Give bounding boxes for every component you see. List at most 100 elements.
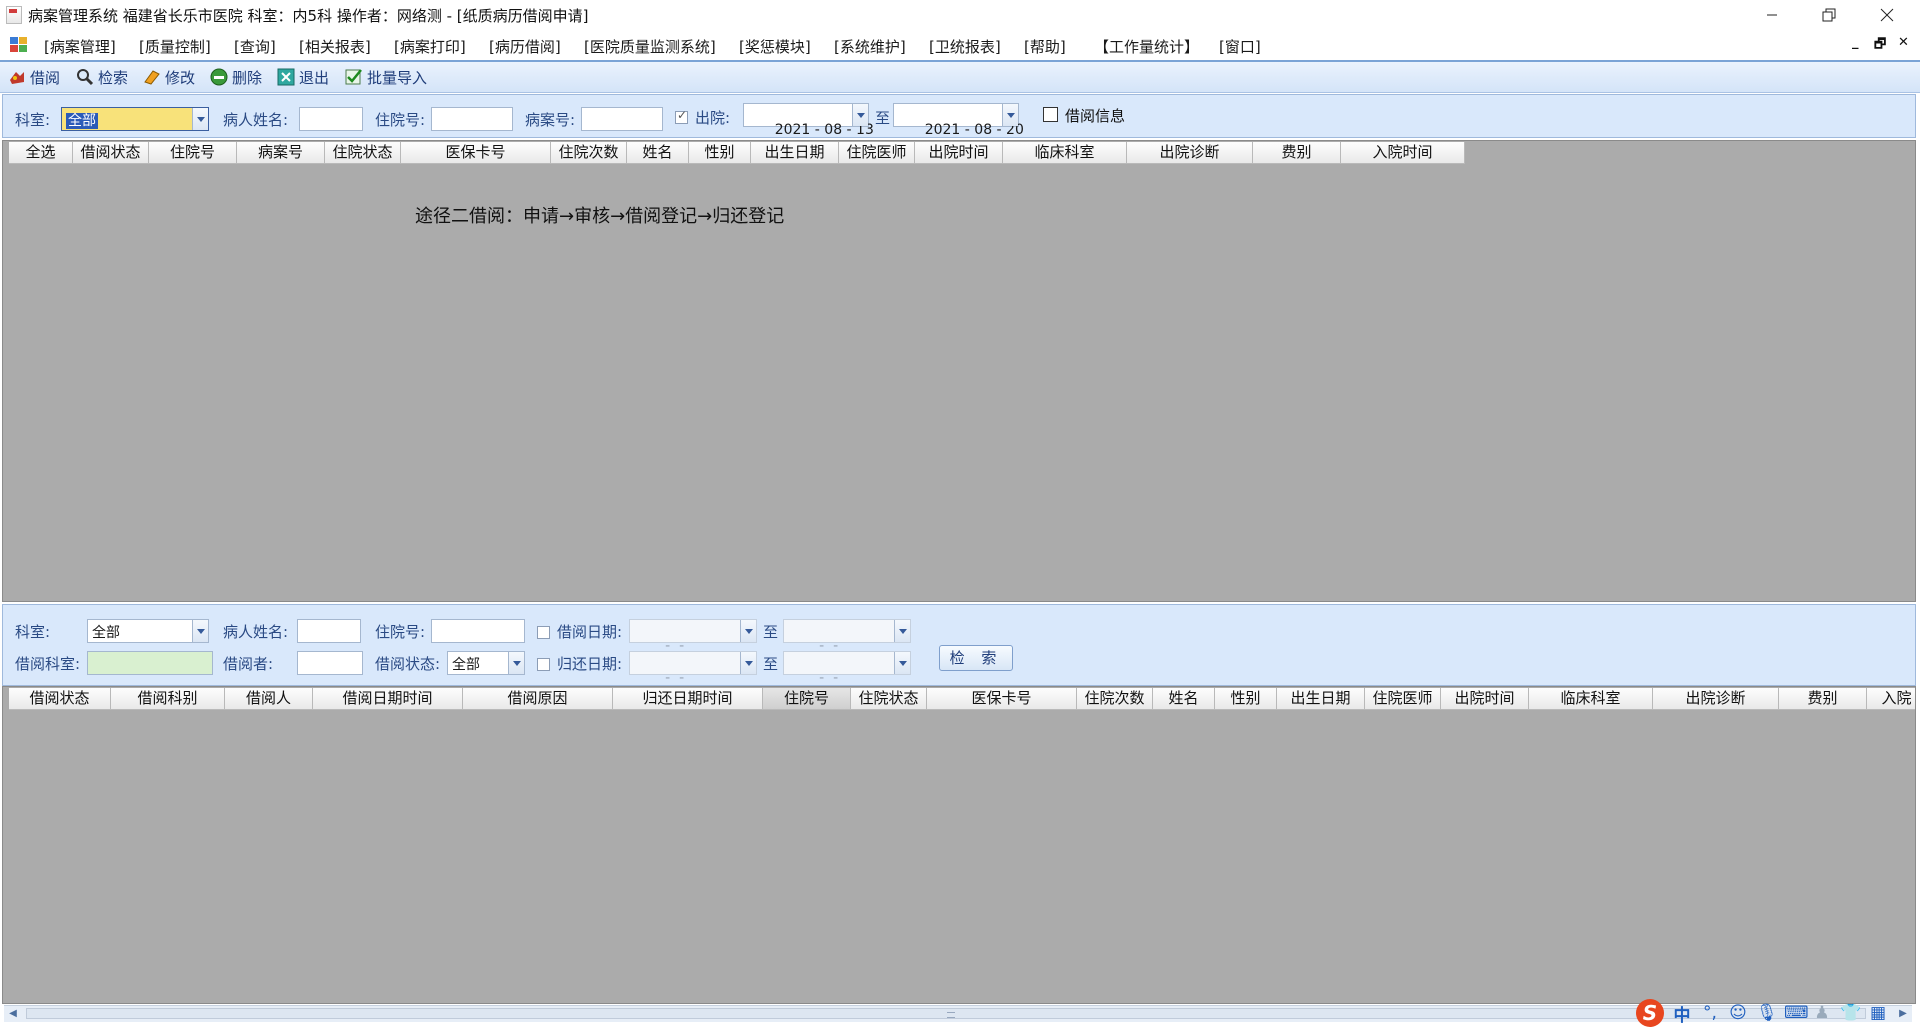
scroll-left-icon[interactable]: ◀ [6,1007,20,1021]
borrow-dept-input[interactable] [87,651,213,675]
menu-reward-punish[interactable]: [奖惩模块] [739,36,811,57]
ime-logo-icon[interactable]: S [1636,999,1664,1027]
patient-name-input[interactable] [299,107,363,131]
exit-button[interactable]: 退出 [277,66,329,88]
col-admission-count[interactable]: 住院次数 [551,142,627,164]
punctuation-icon[interactable]: °, [1700,1003,1720,1023]
return-date-to[interactable]: - - [783,651,911,686]
mdi-restore-button[interactable]: 🗗 [1874,35,1886,57]
menu-record-borrow[interactable]: [病历借阅] [489,36,561,57]
menu-workload-stats[interactable]: 【工作量统计】 [1094,36,1199,57]
col-name[interactable]: 姓名 [627,142,689,164]
menu-query[interactable]: [查询] [234,36,276,57]
col-admission-time[interactable]: 入院 [1867,688,1915,710]
col-attending-doctor[interactable]: 住院医师 [1365,688,1441,710]
edit-button[interactable]: 修改 [143,66,195,88]
col-record-no[interactable]: 病案号 [237,142,325,164]
scroll-right-icon[interactable]: ▶ [1896,1007,1910,1021]
mdi-close-button[interactable]: ✕ [1898,35,1909,50]
menu-record-print[interactable]: [病案打印] [394,36,466,57]
col-attending-doctor[interactable]: 住院医师 [839,142,915,164]
chevron-down-icon[interactable] [740,652,756,674]
minimize-button[interactable] [1743,0,1801,30]
col-admission-count[interactable]: 住院次数 [1077,688,1153,710]
chevron-down-icon[interactable] [894,652,910,674]
col-inpatient-status[interactable]: 住院状态 [325,142,401,164]
chevron-down-icon[interactable] [192,620,208,642]
menu-system-maintenance[interactable]: [系统维护] [834,36,906,57]
return-date-from[interactable]: - - [629,651,757,686]
col-inpatient-no[interactable]: 住院号 [763,688,851,710]
col-fee-type[interactable]: 费别 [1253,142,1341,164]
keyboard-icon[interactable]: ⌨ [1784,1003,1809,1023]
delete-button[interactable]: 删除 [210,66,262,88]
col-birth-date[interactable]: 出生日期 [1277,688,1365,710]
chevron-down-icon[interactable] [740,620,756,642]
col-name[interactable]: 姓名 [1153,688,1215,710]
user-icon[interactable]: ♟ [1812,1003,1832,1023]
bottom-search-button[interactable]: 检 索 [939,645,1013,671]
col-clinical-dept[interactable]: 临床科室 [1529,688,1653,710]
borrow-date-checkbox[interactable] [537,626,550,639]
restore-button[interactable] [1800,0,1858,30]
col-discharge-diagnosis[interactable]: 出院诊断 [1127,142,1253,164]
col-borrow-dept[interactable]: 借阅科别 [111,688,225,710]
bottom-dept-select[interactable]: 全部 [87,619,209,643]
record-no-input[interactable] [581,107,663,131]
borrow-button[interactable]: 借阅 [8,66,60,88]
bottom-inpatient-no-input[interactable] [431,619,525,643]
borrower-input[interactable] [297,651,363,675]
chevron-down-icon[interactable] [508,652,524,674]
chevron-down-icon[interactable] [894,620,910,642]
col-clinical-dept[interactable]: 临床科室 [1003,142,1127,164]
toolbox-icon[interactable]: ▦ [1868,1003,1888,1023]
col-discharge-time[interactable]: 出院时间 [1441,688,1529,710]
search-button[interactable]: 检索 [76,66,128,88]
menu-health-statistics[interactable]: [卫统报表] [929,36,1001,57]
col-return-datetime[interactable]: 归还日期时间 [613,688,763,710]
batch-import-button[interactable]: 批量导入 [345,66,427,88]
col-birth-date[interactable]: 出生日期 [751,142,839,164]
col-borrower[interactable]: 借阅人 [225,688,313,710]
menu-help[interactable]: [帮助] [1024,36,1066,57]
borrow-status-select[interactable]: 全部 [447,651,525,675]
menu-quality-monitor[interactable]: [医院质量监测系统] [584,36,716,57]
microphone-icon[interactable]: 🎙 [1756,1003,1778,1023]
col-gender[interactable]: 性别 [689,142,751,164]
borrow-date-to[interactable]: - - [783,619,911,654]
col-borrow-status[interactable]: 借阅状态 [9,688,111,710]
col-insurance-card[interactable]: 医保卡号 [401,142,551,164]
chevron-down-icon[interactable] [1002,104,1018,126]
emoji-icon[interactable]: ☺ [1728,1003,1748,1023]
bottom-patient-name-input[interactable] [297,619,361,643]
col-borrow-status[interactable]: 借阅状态 [73,142,149,164]
col-gender[interactable]: 性别 [1215,688,1277,710]
chevron-down-icon[interactable] [192,108,208,130]
top-results-grid[interactable]: 全选 借阅状态 住院号 病案号 住院状态 医保卡号 住院次数 姓名 性别 出生日… [2,140,1916,602]
menu-record-management[interactable]: [病案管理] [44,36,116,57]
inpatient-no-input[interactable] [431,107,513,131]
borrow-date-from[interactable]: - - [629,619,757,654]
col-borrow-reason[interactable]: 借阅原因 [463,688,613,710]
col-discharge-time[interactable]: 出院时间 [915,142,1003,164]
bottom-results-grid[interactable]: 借阅状态 借阅科别 借阅人 借阅日期时间 借阅原因 归还日期时间 住院号 住院状… [2,686,1916,1004]
scroll-thumb[interactable] [26,1008,1866,1019]
discharge-checkbox[interactable] [675,108,688,124]
col-admission-time[interactable]: 入院时间 [1341,142,1465,164]
col-inpatient-status[interactable]: 住院状态 [851,688,927,710]
discharge-date-to[interactable]: 2021 - 08 - 20 [893,103,1024,138]
mdi-minimize-button[interactable]: _ [1852,35,1859,50]
col-inpatient-no[interactable]: 住院号 [149,142,237,164]
menu-quality-control[interactable]: [质量控制] [139,36,211,57]
return-date-checkbox[interactable] [537,658,550,671]
chevron-down-icon[interactable] [852,104,868,126]
col-discharge-diagnosis[interactable]: 出院诊断 [1653,688,1779,710]
horizontal-scrollbar[interactable]: ◀ ▶ [4,1005,1912,1022]
ime-mode-toggle[interactable]: 中 [1672,1001,1692,1026]
discharge-date-from[interactable]: 2021 - 08 - 13 [743,103,874,138]
skin-icon[interactable]: 👕 [1840,1003,1861,1023]
borrow-info-checkbox[interactable] [1043,107,1058,122]
dept-select[interactable]: 全部 [61,107,209,131]
col-select-all[interactable]: 全选 [9,142,73,164]
menu-reports[interactable]: [相关报表] [299,36,371,57]
